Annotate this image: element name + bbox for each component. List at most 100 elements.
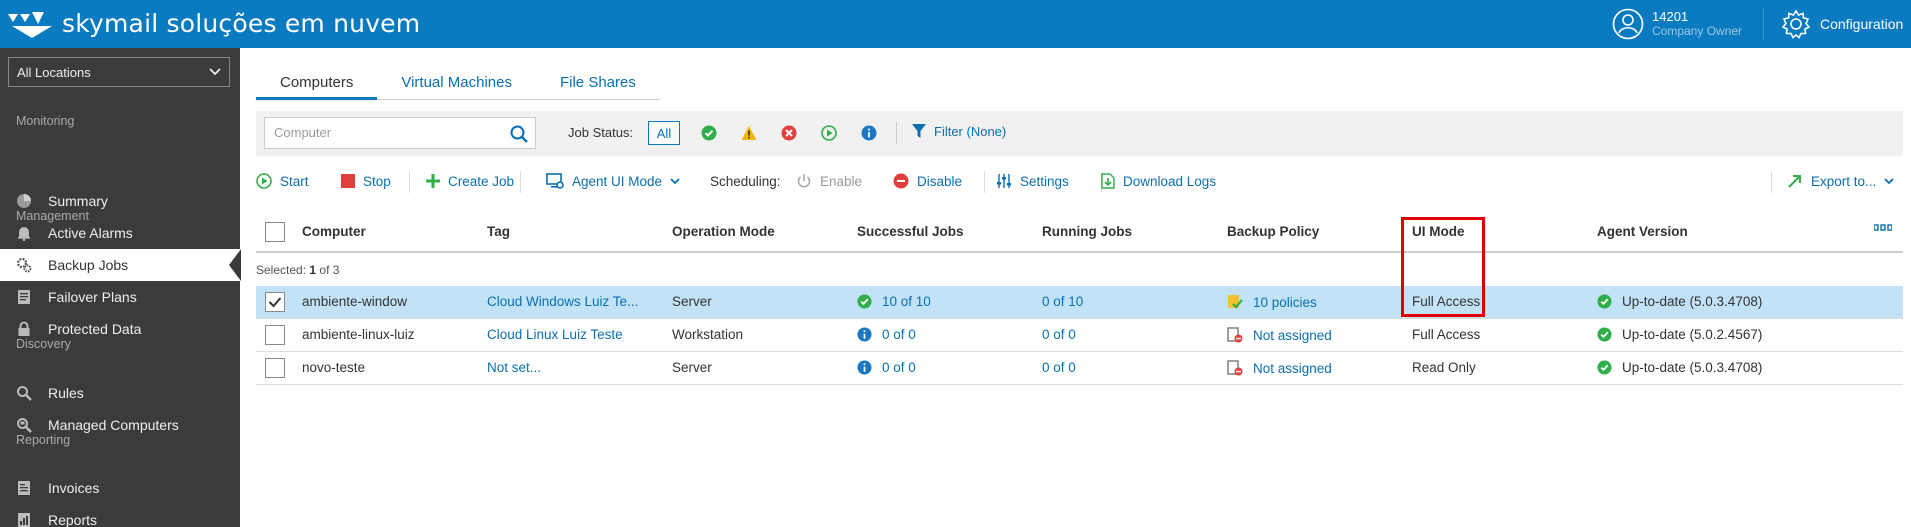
tab-file-shares[interactable]: File Shares (536, 68, 660, 100)
row-checkbox[interactable] (265, 292, 285, 312)
create-job-label: Create Job (448, 173, 515, 189)
user-role: Company Owner (1652, 24, 1743, 38)
sidebar-item-failover-plans[interactable]: Failover Plans (0, 281, 240, 313)
download-logs-button[interactable]: Download Logs (1101, 168, 1216, 194)
enable-button[interactable]: Enable (796, 168, 862, 194)
agent-version: Up-to-date (5.0.3.4708) (1597, 294, 1762, 309)
search-icon[interactable] (509, 124, 529, 144)
sidebar-item-backup-jobs[interactable]: Backup Jobs (0, 249, 241, 281)
computer-search-icon (16, 417, 32, 433)
agent-ui-mode-label: Agent UI Mode (572, 173, 663, 189)
row-checkbox[interactable] (265, 358, 285, 378)
table-row[interactable]: ambiente-linux-luiz Cloud Linux Luiz Tes… (256, 319, 1903, 352)
column-operation-mode[interactable]: Operation Mode (672, 224, 775, 239)
successful-jobs-link[interactable]: 0 of 0 (857, 327, 916, 342)
table-row[interactable]: ambiente-window Cloud Windows Luiz Te...… (256, 286, 1903, 319)
job-status-warning-button[interactable] (736, 121, 762, 145)
ui-mode-value: Read Only (1412, 360, 1476, 375)
select-all-checkbox[interactable] (265, 222, 285, 242)
toolbar-divider (520, 171, 521, 193)
running-jobs-link[interactable]: 0 of 10 (1042, 294, 1083, 309)
agent-ui-mode-dropdown[interactable]: Agent UI Mode (546, 168, 680, 194)
operation-mode: Server (672, 294, 712, 309)
search-placeholder: Computer (274, 125, 332, 140)
sidebar-item-rules[interactable]: Rules (0, 377, 240, 409)
brand-logo[interactable]: skymail soluções em nuvem (8, 6, 420, 40)
filter-button[interactable]: Filter (None) (912, 123, 1006, 139)
section-management: Management (16, 209, 89, 223)
enable-label: Enable (820, 173, 863, 189)
tab-virtual-machines[interactable]: Virtual Machines (377, 68, 536, 100)
tag-link[interactable]: Cloud Windows Luiz Te... (487, 294, 638, 309)
policy-not-assigned-icon (1227, 327, 1243, 343)
info-icon (857, 360, 872, 375)
invoice-icon (16, 480, 32, 496)
sidebar-item-invoices[interactable]: Invoices (0, 472, 240, 504)
sidebar-item-reports[interactable]: Reports (0, 504, 240, 527)
column-computer[interactable]: Computer (302, 224, 366, 239)
section-reporting: Reporting (16, 433, 71, 447)
search-input[interactable]: Computer (264, 117, 536, 149)
running-jobs-link[interactable]: 0 of 0 (1042, 327, 1076, 342)
agent-version: Up-to-date (5.0.3.4708) (1597, 360, 1762, 375)
sliders-icon (996, 173, 1012, 189)
chevron-down-icon (670, 177, 680, 184)
column-chooser-icon[interactable] (1874, 224, 1892, 232)
download-icon (1101, 173, 1115, 189)
stop-label: Stop (363, 173, 391, 189)
backup-policy-value: 10 policies (1253, 294, 1317, 310)
document-icon (16, 289, 32, 305)
backup-policy-link[interactable]: Not assigned (1227, 327, 1332, 343)
configuration-button[interactable]: Configuration (1780, 8, 1903, 40)
tab-computers[interactable]: Computers (256, 68, 378, 100)
top-header: skymail soluções em nuvem 14201 Company … (0, 0, 1911, 48)
row-checkbox[interactable] (265, 325, 285, 345)
operation-mode: Server (672, 360, 712, 375)
column-backup-policy[interactable]: Backup Policy (1227, 224, 1319, 239)
export-dropdown[interactable]: Export to... (1787, 168, 1894, 194)
stop-button[interactable]: Stop (341, 168, 391, 194)
successful-jobs-link[interactable]: 0 of 0 (857, 360, 916, 375)
successful-jobs-value: 10 of 10 (882, 294, 931, 309)
column-tag[interactable]: Tag (487, 224, 510, 239)
successful-jobs-link[interactable]: 10 of 10 (857, 294, 931, 309)
table-row[interactable]: novo-teste Not set... Server 0 of 0 0 of… (256, 352, 1903, 385)
job-status-error-button[interactable] (776, 121, 802, 145)
filter-bar: Computer Job Status: All Filter (None) (256, 111, 1903, 156)
job-status-running-button[interactable] (816, 121, 842, 145)
column-successful-jobs[interactable]: Successful Jobs (857, 224, 964, 239)
computer-name: ambiente-linux-luiz (302, 327, 415, 342)
job-status-success-button[interactable] (696, 121, 722, 145)
running-jobs-link[interactable]: 0 of 0 (1042, 360, 1076, 375)
backup-policy-link[interactable]: 10 policies (1227, 294, 1317, 310)
settings-button[interactable]: Settings (996, 168, 1069, 194)
sidebar-item-label: Active Alarms (48, 225, 133, 241)
scheduling-label: Scheduling: (710, 173, 781, 189)
job-status-all-button[interactable]: All (648, 121, 680, 145)
sidebar-item-label: Failover Plans (48, 289, 137, 305)
lock-icon (16, 321, 32, 337)
user-menu[interactable]: 14201 Company Owner (1612, 8, 1742, 40)
selection-prefix: Selected: (256, 263, 307, 277)
backup-policy-link[interactable]: Not assigned (1227, 360, 1332, 376)
tag-link[interactable]: Not set... (487, 360, 541, 375)
stop-icon (341, 174, 355, 188)
section-discovery: Discovery (16, 337, 71, 351)
filter-icon (912, 124, 926, 138)
backup-policy-value: Not assigned (1253, 360, 1332, 376)
location-select[interactable]: All Locations (8, 57, 230, 87)
create-job-button[interactable]: Create Job (426, 168, 514, 194)
column-agent-version[interactable]: Agent Version (1597, 224, 1688, 239)
toolbar-divider (1771, 171, 1772, 193)
power-icon (796, 173, 812, 189)
disable-button[interactable]: Disable (893, 168, 962, 194)
search-gear-icon (16, 385, 32, 401)
column-running-jobs[interactable]: Running Jobs (1042, 224, 1132, 239)
tag-link[interactable]: Cloud Linux Luiz Teste (487, 327, 623, 342)
computer-name: novo-teste (302, 360, 366, 375)
job-status-info-button[interactable] (856, 121, 882, 145)
start-button[interactable]: Start (256, 168, 309, 194)
logo-icon (8, 12, 52, 38)
successful-jobs-value: 0 of 0 (882, 327, 916, 342)
sidebar-item-label: Managed Computers (48, 417, 179, 433)
